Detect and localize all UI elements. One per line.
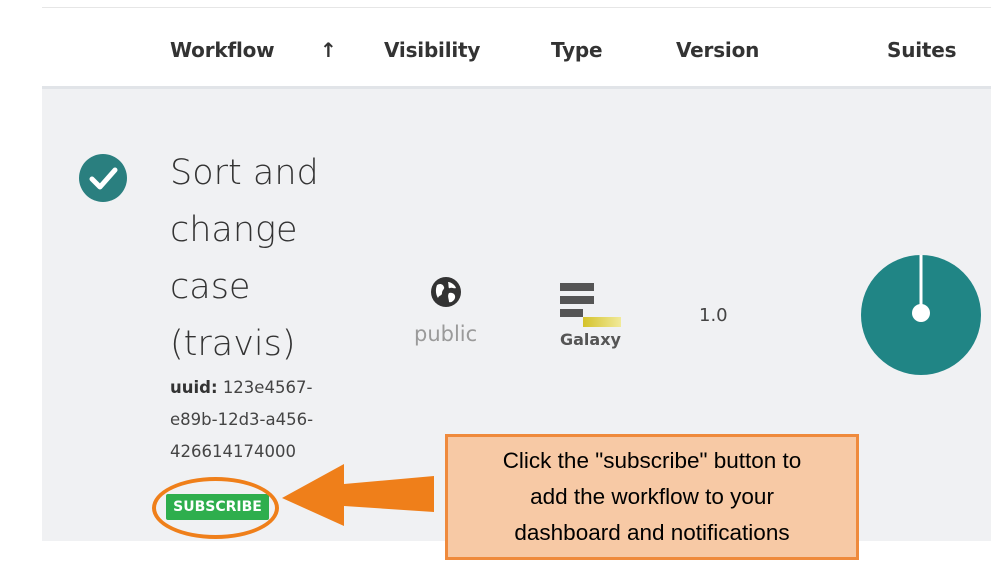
column-header-workflow[interactable]: Workflow [170, 38, 275, 62]
type-label: Galaxy [560, 330, 621, 349]
visibility-label: public [414, 322, 478, 346]
column-header-type[interactable]: Type [551, 38, 603, 62]
uuid-label: uuid: [170, 378, 218, 397]
column-header-suites[interactable]: Suites [887, 38, 957, 62]
version-value: 1.0 [699, 305, 728, 326]
workflow-title-line: Sort and [170, 153, 319, 193]
pie-chart-icon [859, 253, 983, 382]
column-header-visibility[interactable]: Visibility [384, 38, 480, 62]
workflow-title-line: case [170, 267, 251, 307]
workflow-title-line: change [170, 210, 298, 250]
callout-line: add the workflow to your [530, 484, 774, 509]
callout-line: dashboard and notifications [514, 520, 790, 545]
uuid-value-line: 123e4567- [222, 378, 313, 397]
workflow-title-line: (travis) [170, 324, 296, 364]
annotation-callout: Click the "subscribe" button to add the … [445, 434, 859, 560]
galaxy-logo [560, 283, 622, 336]
workflow-uuid: uuid: 123e4567- e89b-12d3-a456- 42661417… [170, 372, 350, 468]
globe-icon [430, 276, 462, 313]
subscribe-button[interactable]: SUBSCRIBE [166, 494, 269, 520]
check-circle-icon [79, 154, 127, 202]
column-header-version[interactable]: Version [676, 38, 759, 62]
uuid-value-line: e89b-12d3-a456- [170, 410, 314, 429]
workflow-title[interactable]: Sort and change case (travis) [170, 145, 340, 373]
callout-line: Click the "subscribe" button to [502, 448, 802, 473]
annotation-arrow [282, 460, 442, 535]
sort-ascending-icon[interactable]: ↑ [320, 38, 337, 62]
